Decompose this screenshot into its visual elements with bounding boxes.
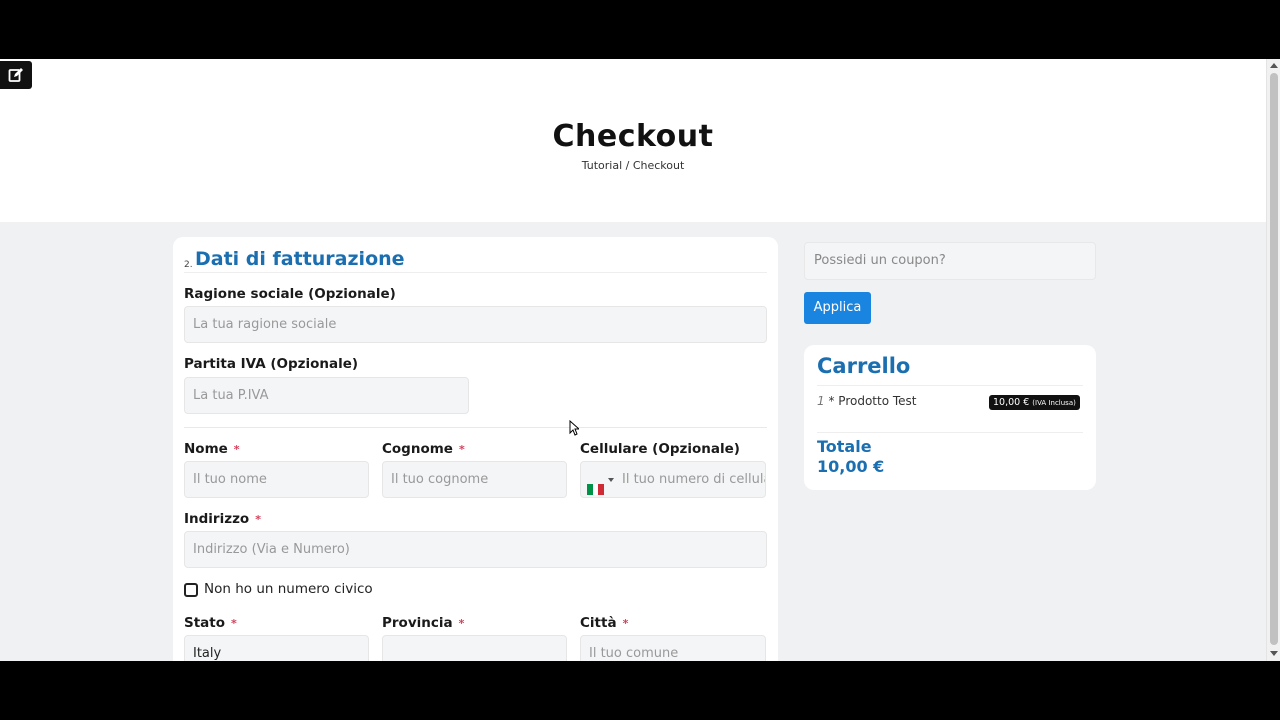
- billing-card: 2. Dati di fatturazione Ragione sociale …: [173, 237, 778, 661]
- address-input[interactable]: Indirizzo (Via e Numero): [184, 531, 767, 568]
- cart-card: Carrello 1 * Prodotto Test 10,00 € (IVA …: [804, 345, 1096, 490]
- country-label: Stato *: [184, 615, 237, 631]
- name-label: Nome *: [184, 441, 240, 457]
- cart-divider: [817, 432, 1083, 433]
- vat-label: Partita IVA (Opzionale): [184, 356, 359, 372]
- required-marker: *: [622, 617, 629, 630]
- total-value: 10,00 €: [817, 457, 885, 476]
- section-divider: [184, 272, 767, 273]
- letterbox-bottom: [0, 661, 1280, 720]
- province-label-text: Provincia: [382, 615, 453, 631]
- browser-viewport: Checkout Tutorial / Checkout 2. Dati di …: [0, 59, 1280, 661]
- required-marker: *: [255, 513, 261, 526]
- scroll-down-icon[interactable]: [1270, 651, 1278, 656]
- apply-coupon-button[interactable]: Applica: [804, 292, 871, 324]
- coupon-input[interactable]: Possiedi un coupon?: [804, 242, 1096, 280]
- surname-input[interactable]: Il tuo cognome: [382, 461, 567, 498]
- cart-item-price: 10,00 €: [993, 397, 1030, 408]
- city-input[interactable]: Il tuo comune: [580, 635, 766, 661]
- surname-label-text: Cognome: [382, 441, 453, 457]
- total-label: Totale: [817, 437, 872, 456]
- required-marker: *: [231, 617, 237, 630]
- city-label-text: Città: [580, 615, 617, 631]
- surname-label: Cognome *: [382, 441, 465, 457]
- province-label: Provincia *: [382, 615, 464, 631]
- phone-placeholder: Il tuo numero di cellulare: [622, 472, 765, 487]
- billing-title: Dati di fatturazione: [195, 248, 405, 270]
- cart-item-price-badge: 10,00 € (IVA Inclusa): [989, 395, 1080, 410]
- cart-title: Carrello: [817, 354, 911, 378]
- edit-icon: [8, 68, 23, 82]
- step-number: 2.: [184, 260, 193, 270]
- no-civic-number-checkbox[interactable]: [184, 583, 198, 597]
- cart-item-separator: *: [828, 394, 835, 408]
- address-label-text: Indirizzo: [184, 511, 250, 527]
- no-civic-number-label[interactable]: Non ho un numero civico: [204, 581, 373, 597]
- name-label-text: Nome: [184, 441, 228, 457]
- address-label: Indirizzo *: [184, 511, 261, 527]
- chevron-down-icon: [608, 477, 614, 482]
- province-select[interactable]: [382, 635, 567, 661]
- company-input[interactable]: La tua ragione sociale: [184, 306, 767, 343]
- vertical-scrollbar[interactable]: [1266, 59, 1280, 661]
- mouse-cursor-icon: [569, 420, 579, 436]
- edit-button[interactable]: [0, 61, 32, 89]
- country-select[interactable]: Italy: [184, 635, 369, 661]
- cart-item-qty: 1: [817, 394, 825, 408]
- cart-item-name: Prodotto Test: [838, 394, 917, 408]
- cart-item-tax-note: (IVA Inclusa): [1032, 399, 1076, 407]
- company-label: Ragione sociale (Opzionale): [184, 286, 396, 302]
- page-title: Checkout: [552, 119, 714, 154]
- phone-input[interactable]: Il tuo numero di cellulare: [580, 461, 766, 498]
- city-label: Città *: [580, 615, 628, 631]
- cart-divider: [817, 385, 1083, 386]
- breadcrumb[interactable]: Tutorial / Checkout: [0, 159, 1266, 172]
- scroll-up-icon[interactable]: [1270, 63, 1278, 68]
- scrollbar-thumb[interactable]: [1270, 73, 1278, 645]
- phone-label: Cellulare (Opzionale): [580, 441, 740, 457]
- country-label-text: Stato: [184, 615, 226, 631]
- letterbox-top: [0, 0, 1280, 59]
- cart-item: 1 * Prodotto Test: [817, 394, 917, 408]
- form-divider: [184, 427, 767, 428]
- vat-input[interactable]: La tua P.IVA: [184, 377, 469, 414]
- required-marker: *: [458, 443, 465, 456]
- page-hero: Checkout Tutorial / Checkout: [0, 59, 1266, 222]
- name-input[interactable]: Il tuo nome: [184, 461, 369, 498]
- italy-flag-icon[interactable]: [587, 474, 604, 495]
- required-marker: *: [458, 617, 465, 630]
- required-marker: *: [233, 443, 240, 456]
